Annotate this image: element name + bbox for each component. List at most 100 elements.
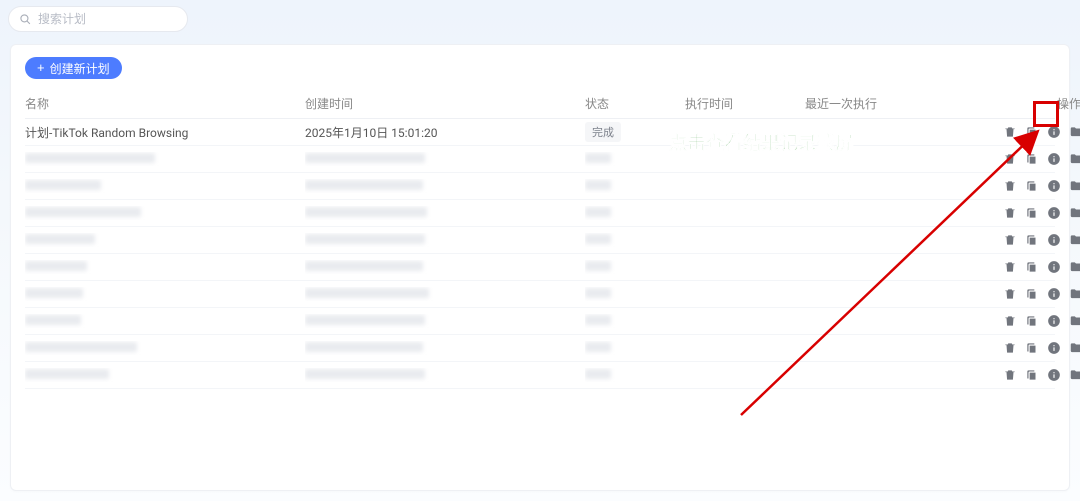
col-created: 创建时间 xyxy=(305,95,585,112)
cell-actions xyxy=(965,233,1080,247)
info-icon[interactable] xyxy=(1047,368,1061,382)
cell-actions xyxy=(965,125,1080,139)
col-actions: 操作 xyxy=(965,95,1080,112)
cell-created xyxy=(305,152,585,166)
copy-icon[interactable] xyxy=(1025,260,1039,274)
copy-icon[interactable] xyxy=(1025,368,1039,382)
folder-icon[interactable] xyxy=(1069,287,1080,301)
table-row xyxy=(25,281,1055,308)
table-row xyxy=(25,173,1055,200)
search-input[interactable] xyxy=(38,12,178,26)
cell-status xyxy=(585,233,685,247)
cell-actions xyxy=(965,368,1080,382)
cell-actions xyxy=(965,260,1080,274)
copy-icon[interactable] xyxy=(1025,233,1039,247)
folder-icon[interactable] xyxy=(1069,260,1080,274)
copy-icon[interactable] xyxy=(1025,125,1039,139)
info-icon[interactable] xyxy=(1047,233,1061,247)
cell-actions xyxy=(965,206,1080,220)
trash-icon[interactable] xyxy=(1003,314,1017,328)
table-row xyxy=(25,362,1055,389)
status-badge: 完成 xyxy=(585,122,621,142)
folder-icon[interactable] xyxy=(1069,233,1080,247)
table-header: 名称 创建时间 状态 执行时间 最近一次执行 操作 xyxy=(25,89,1055,119)
plus-icon: + xyxy=(37,61,45,74)
copy-icon[interactable] xyxy=(1025,206,1039,220)
trash-icon[interactable] xyxy=(1003,368,1017,382)
table-row xyxy=(25,254,1055,281)
cell-name xyxy=(25,341,305,355)
cell-actions xyxy=(965,341,1080,355)
table-row xyxy=(25,308,1055,335)
copy-icon[interactable] xyxy=(1025,152,1039,166)
copy-icon[interactable] xyxy=(1025,314,1039,328)
folder-icon[interactable] xyxy=(1069,206,1080,220)
cell-name xyxy=(25,368,305,382)
cell-status xyxy=(585,287,685,301)
cell-created xyxy=(305,341,585,355)
col-name: 名称 xyxy=(25,95,305,112)
copy-icon[interactable] xyxy=(1025,287,1039,301)
trash-icon[interactable] xyxy=(1003,125,1017,139)
cell-actions xyxy=(965,314,1080,328)
info-icon[interactable] xyxy=(1047,287,1061,301)
copy-icon[interactable] xyxy=(1025,341,1039,355)
cell-status: 完成 xyxy=(585,122,685,142)
table-body: 计划-TikTok Random Browsing2025年1月10日 15:0… xyxy=(25,119,1055,389)
cell-actions xyxy=(965,287,1080,301)
trash-icon[interactable] xyxy=(1003,287,1017,301)
folder-icon[interactable] xyxy=(1069,368,1080,382)
cell-name xyxy=(25,233,305,247)
cell-created xyxy=(305,233,585,247)
cell-created xyxy=(305,314,585,328)
cell-created xyxy=(305,206,585,220)
cell-status xyxy=(585,206,685,220)
info-icon[interactable] xyxy=(1047,341,1061,355)
cell-status xyxy=(585,314,685,328)
table-row xyxy=(25,200,1055,227)
trash-icon[interactable] xyxy=(1003,341,1017,355)
search-icon xyxy=(19,13,32,26)
cell-created xyxy=(305,179,585,193)
cell-name xyxy=(25,206,305,220)
trash-icon[interactable] xyxy=(1003,206,1017,220)
cell-created xyxy=(305,368,585,382)
trash-icon[interactable] xyxy=(1003,152,1017,166)
create-plan-button[interactable]: + 创建新计划 xyxy=(25,57,122,79)
trash-icon[interactable] xyxy=(1003,233,1017,247)
table-row xyxy=(25,335,1055,362)
cell-status xyxy=(585,260,685,274)
trash-icon[interactable] xyxy=(1003,260,1017,274)
info-icon[interactable] xyxy=(1047,260,1061,274)
plan-panel: + 创建新计划 名称 创建时间 状态 执行时间 最近一次执行 操作 计划-Tik… xyxy=(10,44,1070,491)
info-icon[interactable] xyxy=(1047,314,1061,328)
info-icon[interactable] xyxy=(1047,125,1061,139)
cell-name xyxy=(25,287,305,301)
col-exec-time: 执行时间 xyxy=(685,95,805,112)
col-status: 状态 xyxy=(585,95,685,112)
cell-status xyxy=(585,368,685,382)
table-row: 计划-TikTok Random Browsing2025年1月10日 15:0… xyxy=(25,119,1055,146)
cell-name xyxy=(25,260,305,274)
folder-icon[interactable] xyxy=(1069,314,1080,328)
folder-icon[interactable] xyxy=(1069,125,1080,139)
create-plan-label: 创建新计划 xyxy=(50,60,110,77)
cell-actions xyxy=(965,152,1080,166)
info-icon[interactable] xyxy=(1047,179,1061,193)
folder-icon[interactable] xyxy=(1069,152,1080,166)
cell-name xyxy=(25,152,305,166)
cell-actions xyxy=(965,179,1080,193)
copy-icon[interactable] xyxy=(1025,179,1039,193)
search-box[interactable] xyxy=(8,6,188,32)
trash-icon[interactable] xyxy=(1003,179,1017,193)
plan-table: 名称 创建时间 状态 执行时间 最近一次执行 操作 计划-TikTok Rand… xyxy=(25,89,1055,389)
info-icon[interactable] xyxy=(1047,206,1061,220)
cell-name xyxy=(25,314,305,328)
folder-icon[interactable] xyxy=(1069,341,1080,355)
cell-name: 计划-TikTok Random Browsing xyxy=(25,124,305,141)
info-icon[interactable] xyxy=(1047,152,1061,166)
folder-icon[interactable] xyxy=(1069,179,1080,193)
cell-created xyxy=(305,287,585,301)
cell-created xyxy=(305,260,585,274)
cell-status xyxy=(585,179,685,193)
